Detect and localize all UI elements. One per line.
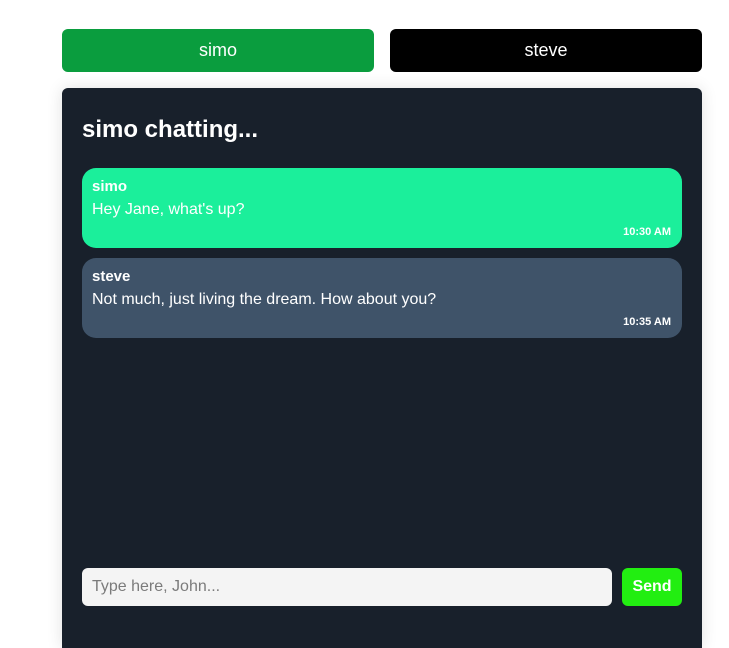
message-sender: simo: [92, 178, 128, 195]
user-button-steve[interactable]: steve: [390, 29, 702, 72]
user-switcher: simo steve: [62, 29, 702, 72]
message-list: simo Hey Jane, what's up? 10:30 AM steve…: [82, 168, 682, 348]
message-timestamp: 10:35 AM: [623, 316, 671, 328]
chat-panel: simo chatting... simo Hey Jane, what's u…: [62, 88, 702, 648]
message-timestamp: 10:30 AM: [623, 226, 671, 238]
message-item: steve Not much, just living the dream. H…: [82, 258, 682, 338]
message-sender: steve: [92, 268, 131, 285]
user-button-simo[interactable]: simo: [62, 29, 374, 72]
chat-title: simo chatting...: [82, 116, 259, 143]
send-button[interactable]: Send: [622, 568, 682, 606]
message-text: Hey Jane, what's up?: [92, 201, 245, 218]
message-input[interactable]: [82, 568, 612, 606]
message-item: simo Hey Jane, what's up? 10:30 AM: [82, 168, 682, 248]
message-composer: Send: [82, 568, 682, 606]
message-text: Not much, just living the dream. How abo…: [92, 291, 437, 308]
